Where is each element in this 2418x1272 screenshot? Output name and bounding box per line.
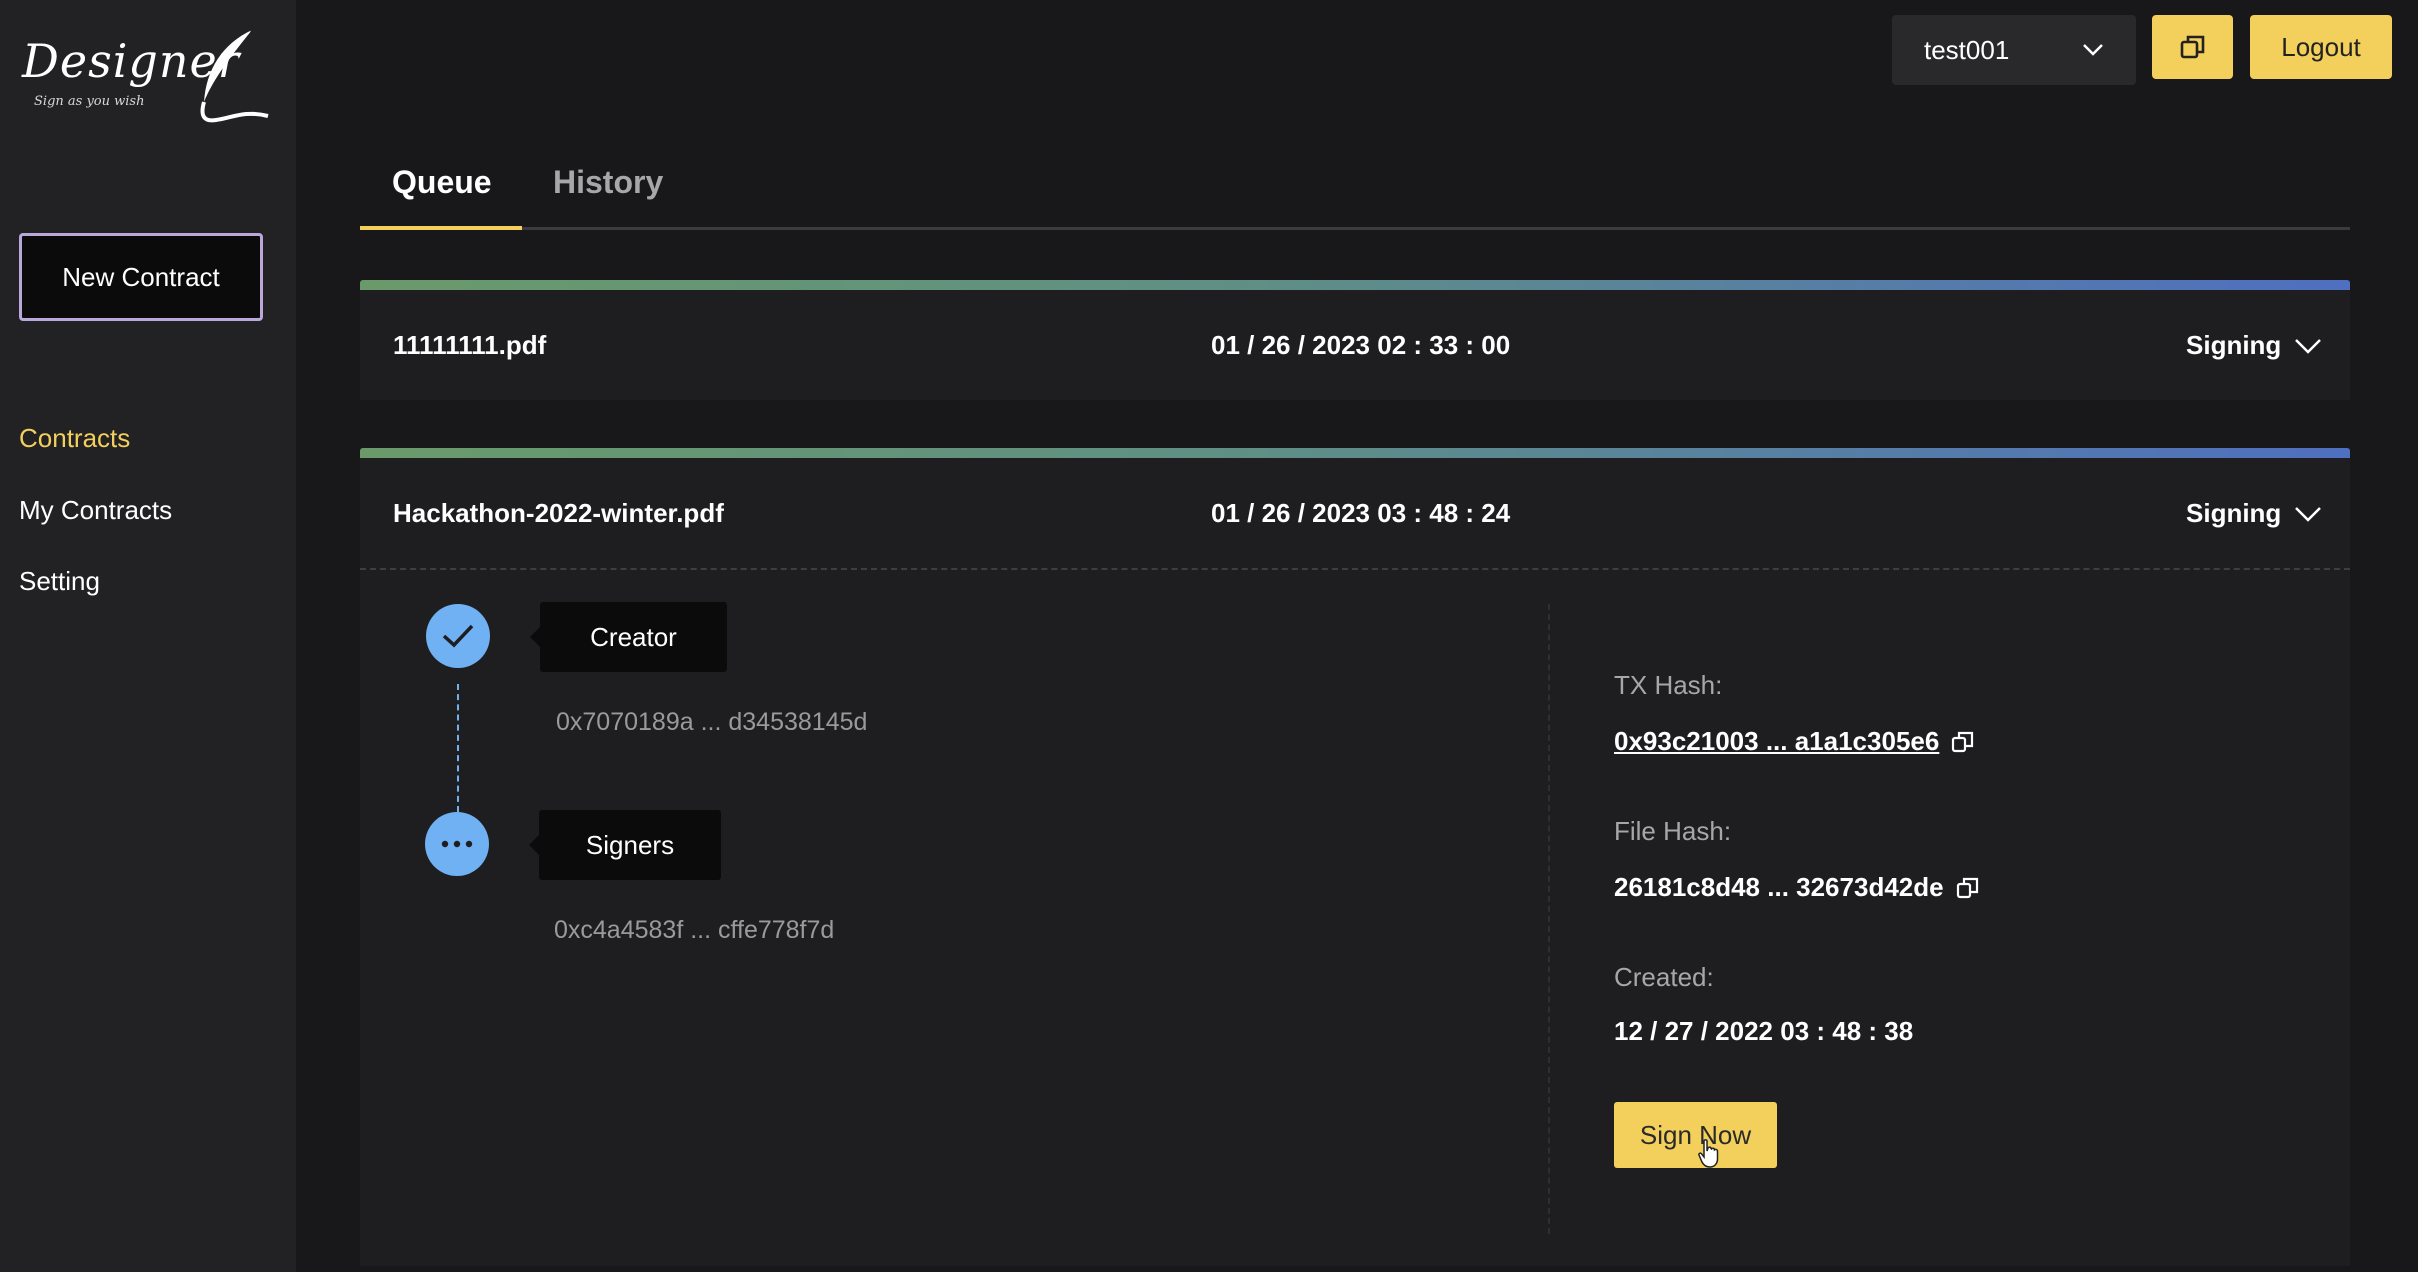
status-label: Signing (2186, 330, 2282, 360)
contract-header[interactable]: 11111111.pdf 01 / 26 / 2023 02 : 33 : 00… (360, 290, 2350, 400)
status-label: Signing (2186, 498, 2282, 528)
file-hash-label: File Hash: (1614, 816, 1732, 846)
sign-now-button[interactable]: Sign Now (1614, 1102, 1777, 1168)
file-hash-value: 26181c8d48 ... 32673d42de (1614, 872, 1944, 902)
active-tab-indicator (360, 226, 522, 230)
file-date: 01 / 26 / 2023 03 : 48 : 24 (1211, 498, 1511, 528)
file-name: 11111111.pdf (393, 330, 547, 360)
sidebar-item-my-contracts[interactable]: My Contracts (19, 495, 172, 526)
more-icon (441, 840, 473, 848)
account-select[interactable]: test001 (1892, 15, 2136, 85)
file-hash-row: 26181c8d48 ... 32673d42de (1614, 872, 1980, 903)
section-divider (360, 568, 2350, 570)
tab-queue[interactable]: Queue (392, 164, 492, 201)
signer-address: 0xc4a4583f ... cffe778f7d (554, 916, 835, 944)
sidebar-item-setting[interactable]: Setting (19, 566, 100, 597)
tab-bar: Queue History (360, 150, 2350, 232)
file-name: Hackathon-2022-winter.pdf (393, 498, 724, 528)
tx-hash-value: 0x93c21003 ... a1a1c305e6 (1614, 726, 1940, 756)
sidebar-item-contracts[interactable]: Contracts (19, 423, 130, 454)
tx-hash-label: TX Hash: (1614, 670, 1723, 700)
account-name: test001 (1924, 34, 2010, 65)
app-root: Designer Sign as you wish New Contract C… (0, 0, 2418, 1272)
brand-tagline: Sign as you wish (34, 94, 145, 109)
creator-status-dot (426, 604, 490, 668)
creator-address: 0x7070189a ... d34538145d (556, 708, 868, 736)
logout-button[interactable]: Logout (2250, 15, 2392, 79)
progress-bar (360, 280, 2350, 290)
window-switch-button[interactable] (2152, 15, 2233, 79)
brand-logo[interactable]: Designer Sign as you wish (20, 26, 269, 126)
tab-history[interactable]: History (553, 164, 663, 201)
chevron-down-icon[interactable] (2292, 502, 2324, 528)
tx-hash-link[interactable]: 0x93c21003 ... a1a1c305e6 (1614, 726, 1975, 757)
contract-card-expanded: Hackathon-2022-winter.pdf 01 / 26 / 2023… (360, 448, 2350, 1266)
progress-bar (360, 448, 2350, 458)
hand-cursor-icon (1698, 1139, 1719, 1168)
sidebar: Designer Sign as you wish New Contract C… (0, 0, 296, 1272)
copy-icon[interactable] (1951, 730, 1975, 754)
signers-label: Signers (529, 810, 721, 880)
copy-icon (2180, 35, 2204, 59)
column-divider (1548, 604, 1550, 1234)
feather-icon (200, 29, 269, 123)
file-date: 01 / 26 / 2023 02 : 33 : 00 (1211, 330, 1511, 360)
created-value: 12 / 27 / 2022 03 : 48 : 38 (1614, 1016, 1914, 1046)
contract-header[interactable]: Hackathon-2022-winter.pdf 01 / 26 / 2023… (360, 458, 2350, 568)
contract-card: 11111111.pdf 01 / 26 / 2023 02 : 33 : 00… (360, 280, 2350, 400)
chevron-down-icon (2083, 44, 2103, 56)
created-label: Created: (1614, 962, 1714, 992)
timeline-connector (457, 684, 459, 812)
creator-label: Creator (530, 602, 727, 672)
copy-icon[interactable] (1956, 876, 1980, 900)
new-contract-button[interactable]: New Contract (19, 233, 263, 321)
check-icon (442, 624, 474, 648)
signers-status-dot (425, 812, 489, 876)
chevron-down-icon[interactable] (2292, 334, 2324, 360)
tab-divider (360, 227, 2350, 230)
